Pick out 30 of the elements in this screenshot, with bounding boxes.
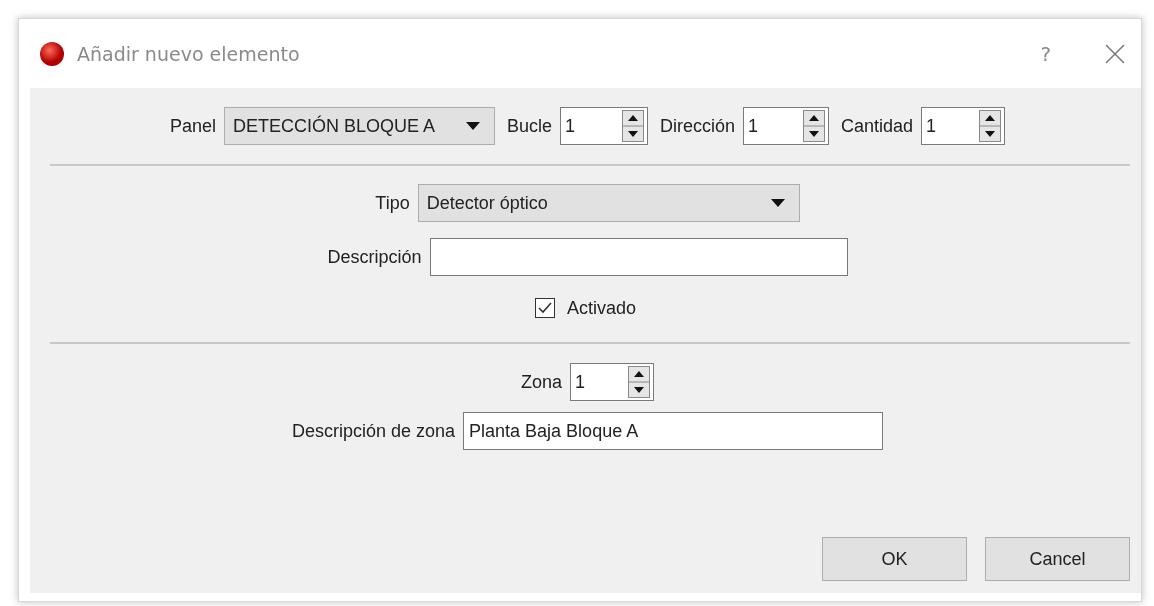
ok-button[interactable]: OK (822, 537, 967, 581)
spinner-arrows-icon (628, 366, 650, 398)
field-label: Descripción (327, 246, 422, 268)
field-label: Tipo (375, 192, 410, 214)
window-title: Añadir nuevo elemento (77, 42, 301, 65)
spin-field[interactable]: 1 (560, 107, 648, 145)
checkbox-label: Activado (566, 297, 636, 319)
field-label: Zona (521, 371, 562, 393)
field-label: Descripción de zona (291, 420, 456, 442)
field-label: Bucle (506, 115, 552, 137)
field-label: Panel (169, 115, 216, 137)
spin-field[interactable]: 1 (743, 107, 829, 145)
spin-field[interactable]: 1 (921, 107, 1006, 145)
close-icon[interactable] (1105, 43, 1125, 64)
status-dot-icon (39, 40, 65, 67)
dropdown[interactable]: DETECCIÓN BLOQUE A (223, 107, 495, 145)
field-label: Dirección (660, 115, 735, 137)
cancel-button[interactable]: Cancel (985, 537, 1130, 581)
caret-icon (465, 122, 480, 130)
spin-field[interactable]: 1 (570, 363, 654, 401)
spinner-arrows-icon (979, 110, 1002, 142)
checkbox[interactable] (534, 298, 555, 318)
spinner-arrows-icon (622, 110, 644, 142)
text-field[interactable] (429, 238, 848, 276)
text-field[interactable]: Planta Baja Bloque A (463, 412, 884, 450)
field-label: Cantidad (841, 115, 914, 137)
dropdown[interactable]: Detector óptico (417, 184, 800, 222)
caret-icon (770, 199, 785, 207)
spinner-arrows-icon (803, 110, 825, 142)
checkmark-icon (537, 302, 552, 314)
